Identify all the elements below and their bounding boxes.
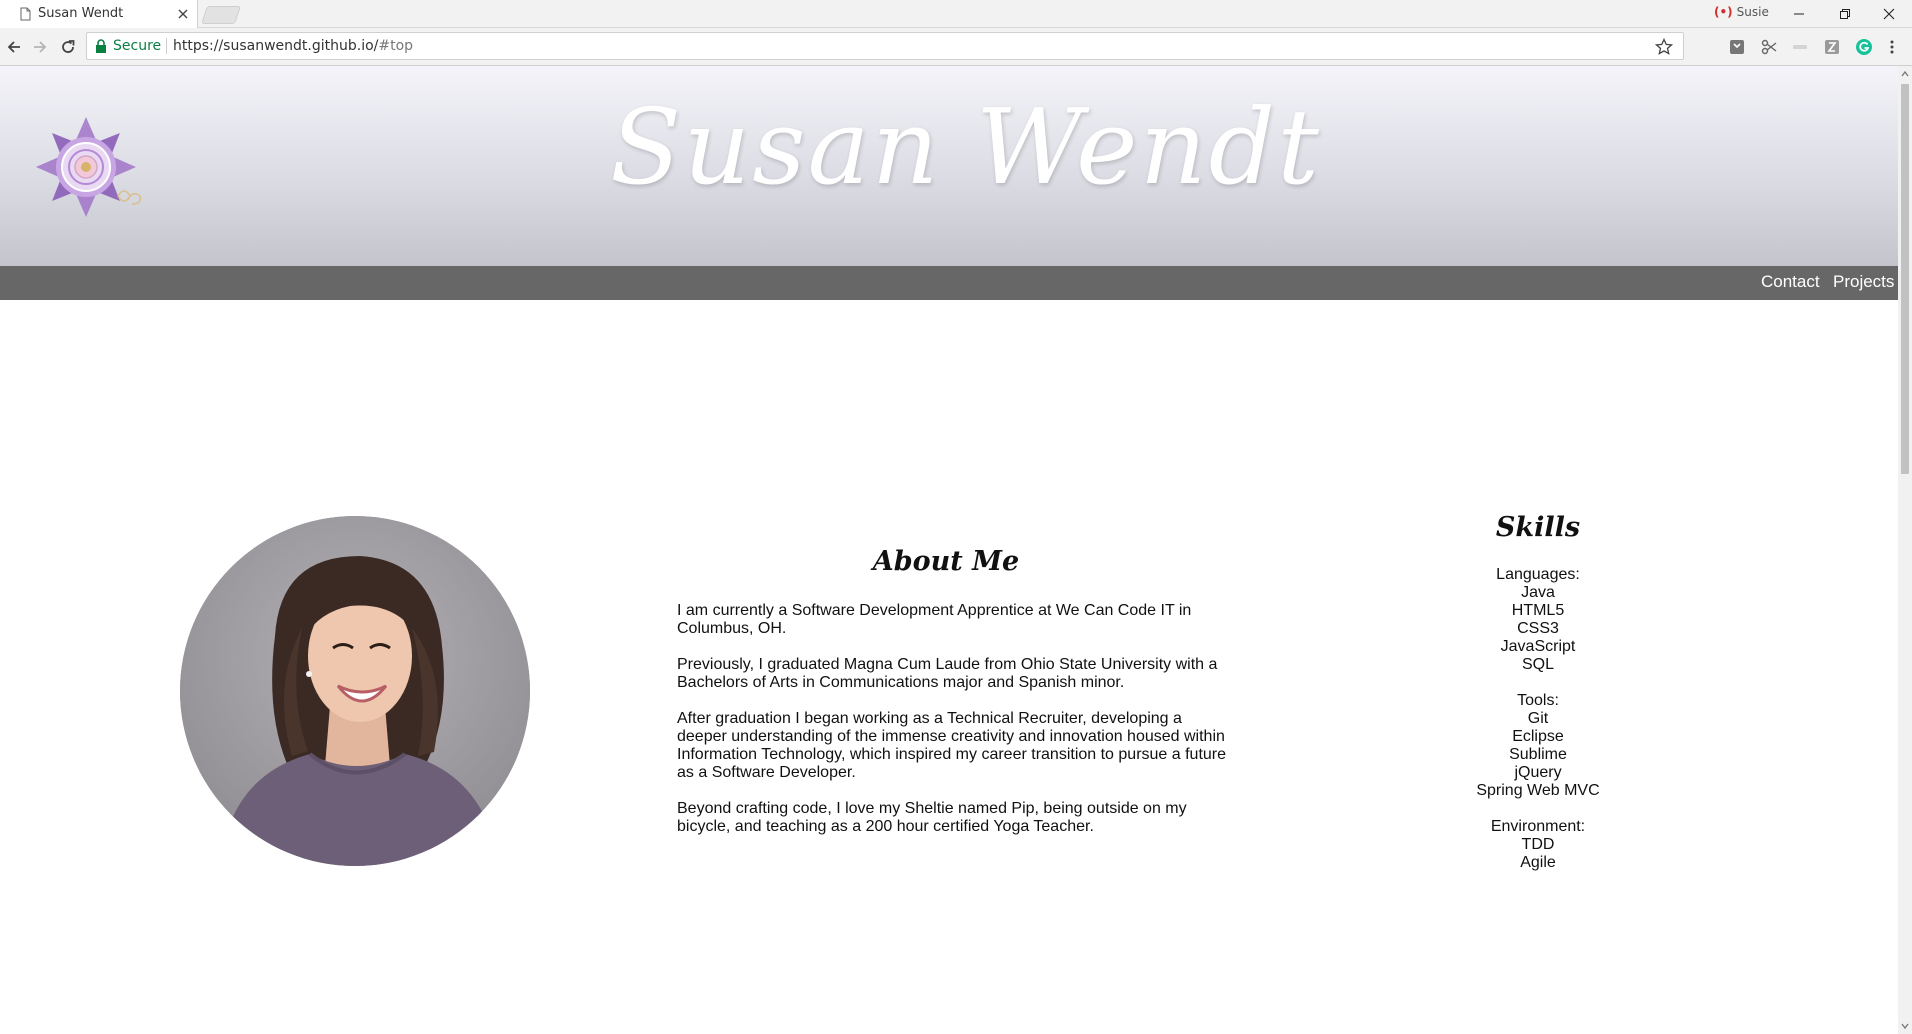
minimize-icon	[1794, 13, 1804, 15]
bar-icon[interactable]	[1791, 38, 1809, 56]
lotus-mandala-logo[interactable]	[32, 114, 156, 220]
scroll-up-arrow-icon[interactable]	[1901, 70, 1909, 78]
about-paragraph: Previously, I graduated Magna Cum Laude …	[677, 656, 1218, 691]
nav-link-contact[interactable]: Contact	[1761, 272, 1820, 292]
skill-item: jQuery	[1514, 764, 1562, 781]
close-window-button[interactable]	[1866, 0, 1912, 28]
scroll-down-arrow-icon[interactable]	[1901, 1022, 1909, 1030]
site-navbar: Contact Projects	[0, 266, 1898, 300]
skill-group-languages: Languages: Java HTML5 CSS3 JavaScript SQ…	[1438, 566, 1638, 674]
site-title: Susan Wendt	[610, 86, 1321, 208]
about-body: I am currently a Software Development Ap…	[677, 602, 1227, 854]
omnibox-divider	[166, 38, 167, 54]
tab-title: Susan Wendt	[38, 6, 124, 21]
profile-photo	[180, 516, 530, 866]
browser-tab-strip: Susan Wendt (•) Susie	[0, 0, 1912, 28]
zotero-icon[interactable]	[1823, 38, 1841, 56]
restore-icon	[1840, 9, 1850, 19]
profile-icon: (•)	[1714, 5, 1733, 19]
page-icon	[20, 7, 31, 21]
lock-icon	[96, 39, 106, 53]
forward-arrow-icon[interactable]	[30, 37, 50, 57]
pocket-icon[interactable]	[1728, 38, 1746, 56]
profile-label: Susie	[1736, 5, 1769, 19]
skill-item: Spring Web MVC	[1476, 782, 1600, 799]
skills-list: Languages: Java HTML5 CSS3 JavaScript SQ…	[1438, 566, 1638, 890]
scrollbar-thumb[interactable]	[1901, 84, 1909, 474]
close-tab-icon[interactable]	[176, 7, 190, 21]
skill-item: CSS3	[1517, 620, 1559, 637]
portrait-illustration	[180, 516, 530, 866]
browser-toolbar: Secure https://susanwendt.github.io/#top	[0, 28, 1912, 66]
scissors-icon[interactable]	[1760, 38, 1778, 56]
bookmark-star-icon[interactable]	[1655, 38, 1673, 56]
nav-link-projects[interactable]: Projects	[1833, 272, 1894, 292]
skill-item: Agile	[1520, 854, 1556, 871]
about-paragraph: After graduation I began working as a Te…	[677, 710, 1227, 781]
skill-item: Sublime	[1509, 746, 1567, 763]
about-paragraph: I am currently a Software Development Ap…	[677, 602, 1192, 637]
url-text: https://susanwendt.github.io/#top	[173, 38, 413, 54]
profile-button[interactable]: (•) Susie	[1714, 5, 1769, 23]
browser-tab[interactable]: Susan Wendt	[0, 0, 198, 28]
close-icon	[1883, 8, 1895, 20]
skill-item: Git	[1527, 710, 1549, 727]
skill-item: TDD	[1521, 836, 1555, 853]
site-header: Susan Wendt	[0, 66, 1898, 266]
skill-group-title: Environment:	[1490, 818, 1586, 835]
skill-group-environment: Environment: TDD Agile	[1438, 818, 1638, 872]
address-bar[interactable]: Secure https://susanwendt.github.io/#top	[86, 32, 1684, 60]
skill-group-title: Tools:	[1517, 692, 1559, 709]
page-scrollbar[interactable]	[1898, 66, 1912, 1034]
page-viewport: Susan Wendt Contact Projects About Me I …	[0, 66, 1898, 1034]
skill-item: Eclipse	[1512, 728, 1564, 745]
skill-item: SQL	[1521, 656, 1554, 673]
back-arrow-icon[interactable]	[4, 37, 24, 57]
skill-group-tools: Tools: Git Eclipse Sublime jQuery Spring…	[1438, 692, 1638, 800]
secure-label: Secure	[113, 38, 162, 54]
restore-button[interactable]	[1822, 0, 1868, 28]
skill-item: JavaScript	[1500, 638, 1576, 655]
minimize-button[interactable]	[1776, 0, 1822, 28]
skill-item: Java	[1521, 584, 1555, 601]
url-fragment: #top	[378, 38, 414, 54]
about-heading: About Me	[872, 546, 1020, 577]
grammarly-icon[interactable]	[1855, 38, 1873, 56]
menu-icon[interactable]	[1888, 38, 1896, 56]
skill-item: HTML5	[1511, 602, 1565, 619]
new-tab-button[interactable]	[201, 6, 241, 24]
url-main: https://susanwendt.github.io/	[173, 38, 379, 54]
skills-heading: Skills	[1495, 512, 1581, 543]
about-paragraph: Beyond crafting code, I love my Sheltie …	[677, 800, 1187, 835]
skill-group-title: Languages:	[1496, 566, 1580, 583]
reload-icon[interactable]	[58, 37, 78, 57]
